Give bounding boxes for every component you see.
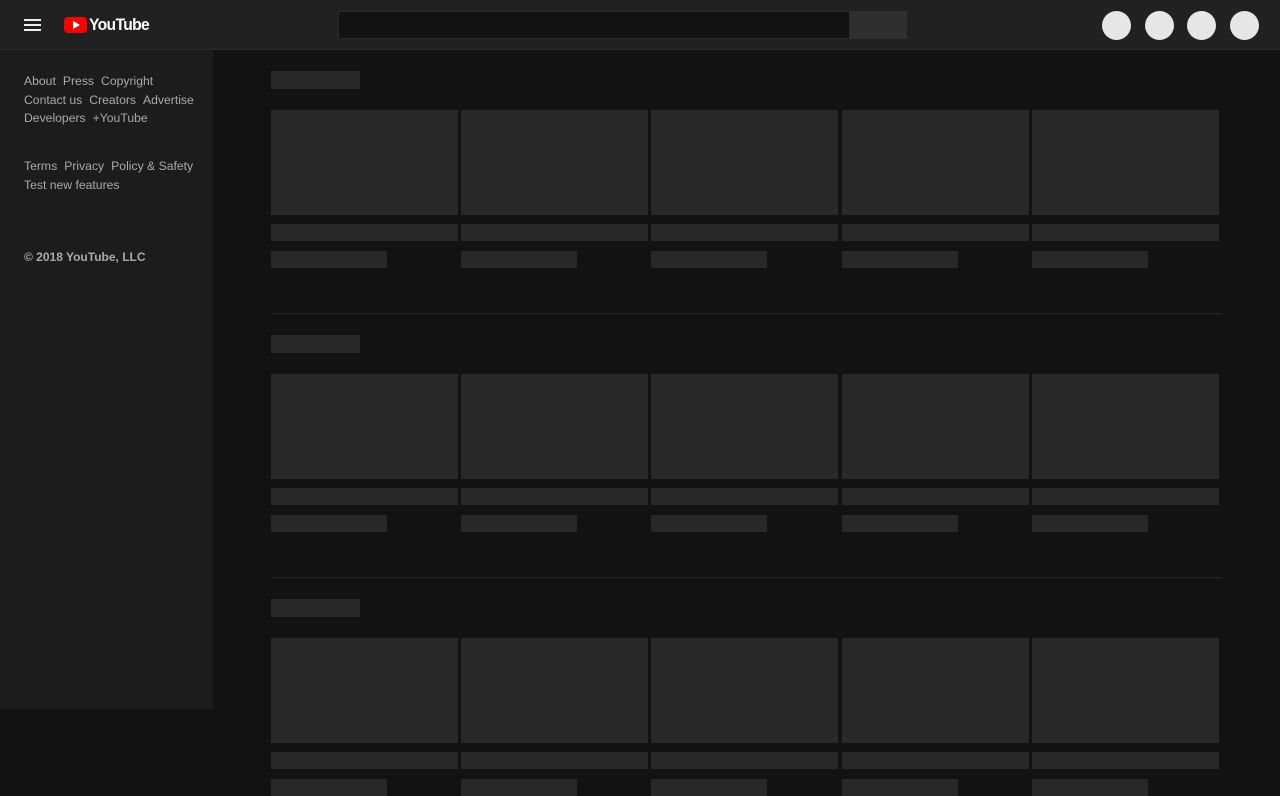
video-meta-placeholder: [842, 251, 958, 268]
video-meta-placeholder: [842, 779, 958, 796]
video-thumbnail-placeholder: [461, 638, 648, 743]
video-thumbnail-placeholder: [651, 374, 838, 479]
video-meta-placeholder: [461, 515, 577, 532]
video-meta-placeholder: [651, 779, 767, 796]
video-title-placeholder: [1032, 752, 1219, 769]
video-meta-placeholder: [1032, 779, 1148, 796]
menu-icon[interactable]: [16, 9, 48, 41]
video-thumbnail-placeholder: [651, 110, 838, 215]
video-title-placeholder: [461, 224, 648, 241]
guide-link-terms[interactable]: Terms: [24, 158, 57, 175]
video-meta-placeholder: [651, 251, 767, 268]
video-thumbnail-placeholder: [842, 638, 1029, 743]
video-title-placeholder: [271, 488, 458, 505]
video-thumbnail-placeholder: [1032, 638, 1219, 743]
video-meta-placeholder: [842, 515, 958, 532]
video-thumbnail-placeholder: [461, 374, 648, 479]
video-title-placeholder: [461, 488, 648, 505]
video-title-placeholder: [651, 488, 838, 505]
video-meta-placeholder: [271, 251, 387, 268]
video-title-placeholder: [1032, 488, 1219, 505]
video-meta-placeholder: [1032, 515, 1148, 532]
video-thumbnail-placeholder: [842, 110, 1029, 215]
video-meta-placeholder: [271, 779, 387, 796]
video-title-placeholder: [842, 752, 1029, 769]
shelf-divider: [271, 577, 1222, 578]
shelf-title-placeholder: [271, 599, 360, 617]
shelf-divider: [271, 313, 1222, 314]
topbar-button-placeholder[interactable]: [1102, 11, 1131, 40]
video-thumbnail-placeholder: [651, 638, 838, 743]
video-thumbnail-placeholder: [271, 638, 458, 743]
topbar-button-placeholder[interactable]: [1145, 11, 1174, 40]
guide-links-secondary: Terms Privacy Policy & Safety Test new f…: [24, 158, 204, 193]
search-button[interactable]: [849, 11, 907, 39]
video-title-placeholder: [842, 488, 1029, 505]
video-thumbnail-placeholder: [842, 374, 1029, 479]
logo-text: YouTube: [89, 15, 150, 34]
video-meta-placeholder: [1032, 251, 1148, 268]
video-thumbnail-placeholder: [1032, 374, 1219, 479]
topbar-button-placeholder[interactable]: [1187, 11, 1216, 40]
guide-link-copyright[interactable]: Copyright: [101, 73, 153, 90]
guide-link-policy-safety[interactable]: Policy & Safety: [111, 158, 193, 175]
youtube-logo[interactable]: YouTube: [64, 15, 154, 35]
video-title-placeholder: [651, 224, 838, 241]
video-title-placeholder: [651, 752, 838, 769]
guide-sidebar: About Press Copyright Contact us Creator…: [0, 50, 213, 709]
guide-link-contact-us[interactable]: Contact us: [24, 92, 82, 109]
shelf-title-placeholder: [271, 335, 360, 353]
video-meta-placeholder: [651, 515, 767, 532]
guide-link-press[interactable]: Press: [63, 73, 94, 90]
video-meta-placeholder: [461, 251, 577, 268]
search-input[interactable]: [338, 11, 850, 39]
guide-link-plus-youtube[interactable]: +YouTube: [93, 110, 148, 127]
video-thumbnail-placeholder: [271, 110, 458, 215]
guide-link-privacy[interactable]: Privacy: [64, 158, 104, 175]
video-thumbnail-placeholder: [1032, 110, 1219, 215]
guide-links-primary: About Press Copyright Contact us Creator…: [24, 73, 204, 127]
youtube-logo-icon: [64, 17, 87, 33]
shelf-title-placeholder: [271, 71, 360, 89]
guide-link-advertise[interactable]: Advertise: [143, 92, 194, 109]
guide-link-about[interactable]: About: [24, 73, 56, 90]
video-meta-placeholder: [271, 515, 387, 532]
video-meta-placeholder: [461, 779, 577, 796]
video-thumbnail-placeholder: [461, 110, 648, 215]
avatar[interactable]: [1230, 11, 1259, 40]
guide-link-test-new-features[interactable]: Test new features: [24, 177, 120, 194]
copyright-text: © 2018 YouTube, LLC: [24, 250, 146, 264]
video-title-placeholder: [1032, 224, 1219, 241]
video-title-placeholder: [461, 752, 648, 769]
video-thumbnail-placeholder: [271, 374, 458, 479]
guide-link-creators[interactable]: Creators: [89, 92, 136, 109]
guide-link-developers[interactable]: Developers: [24, 110, 86, 127]
video-title-placeholder: [271, 752, 458, 769]
video-title-placeholder: [271, 224, 458, 241]
video-title-placeholder: [842, 224, 1029, 241]
masthead: YouTube: [0, 0, 1280, 50]
